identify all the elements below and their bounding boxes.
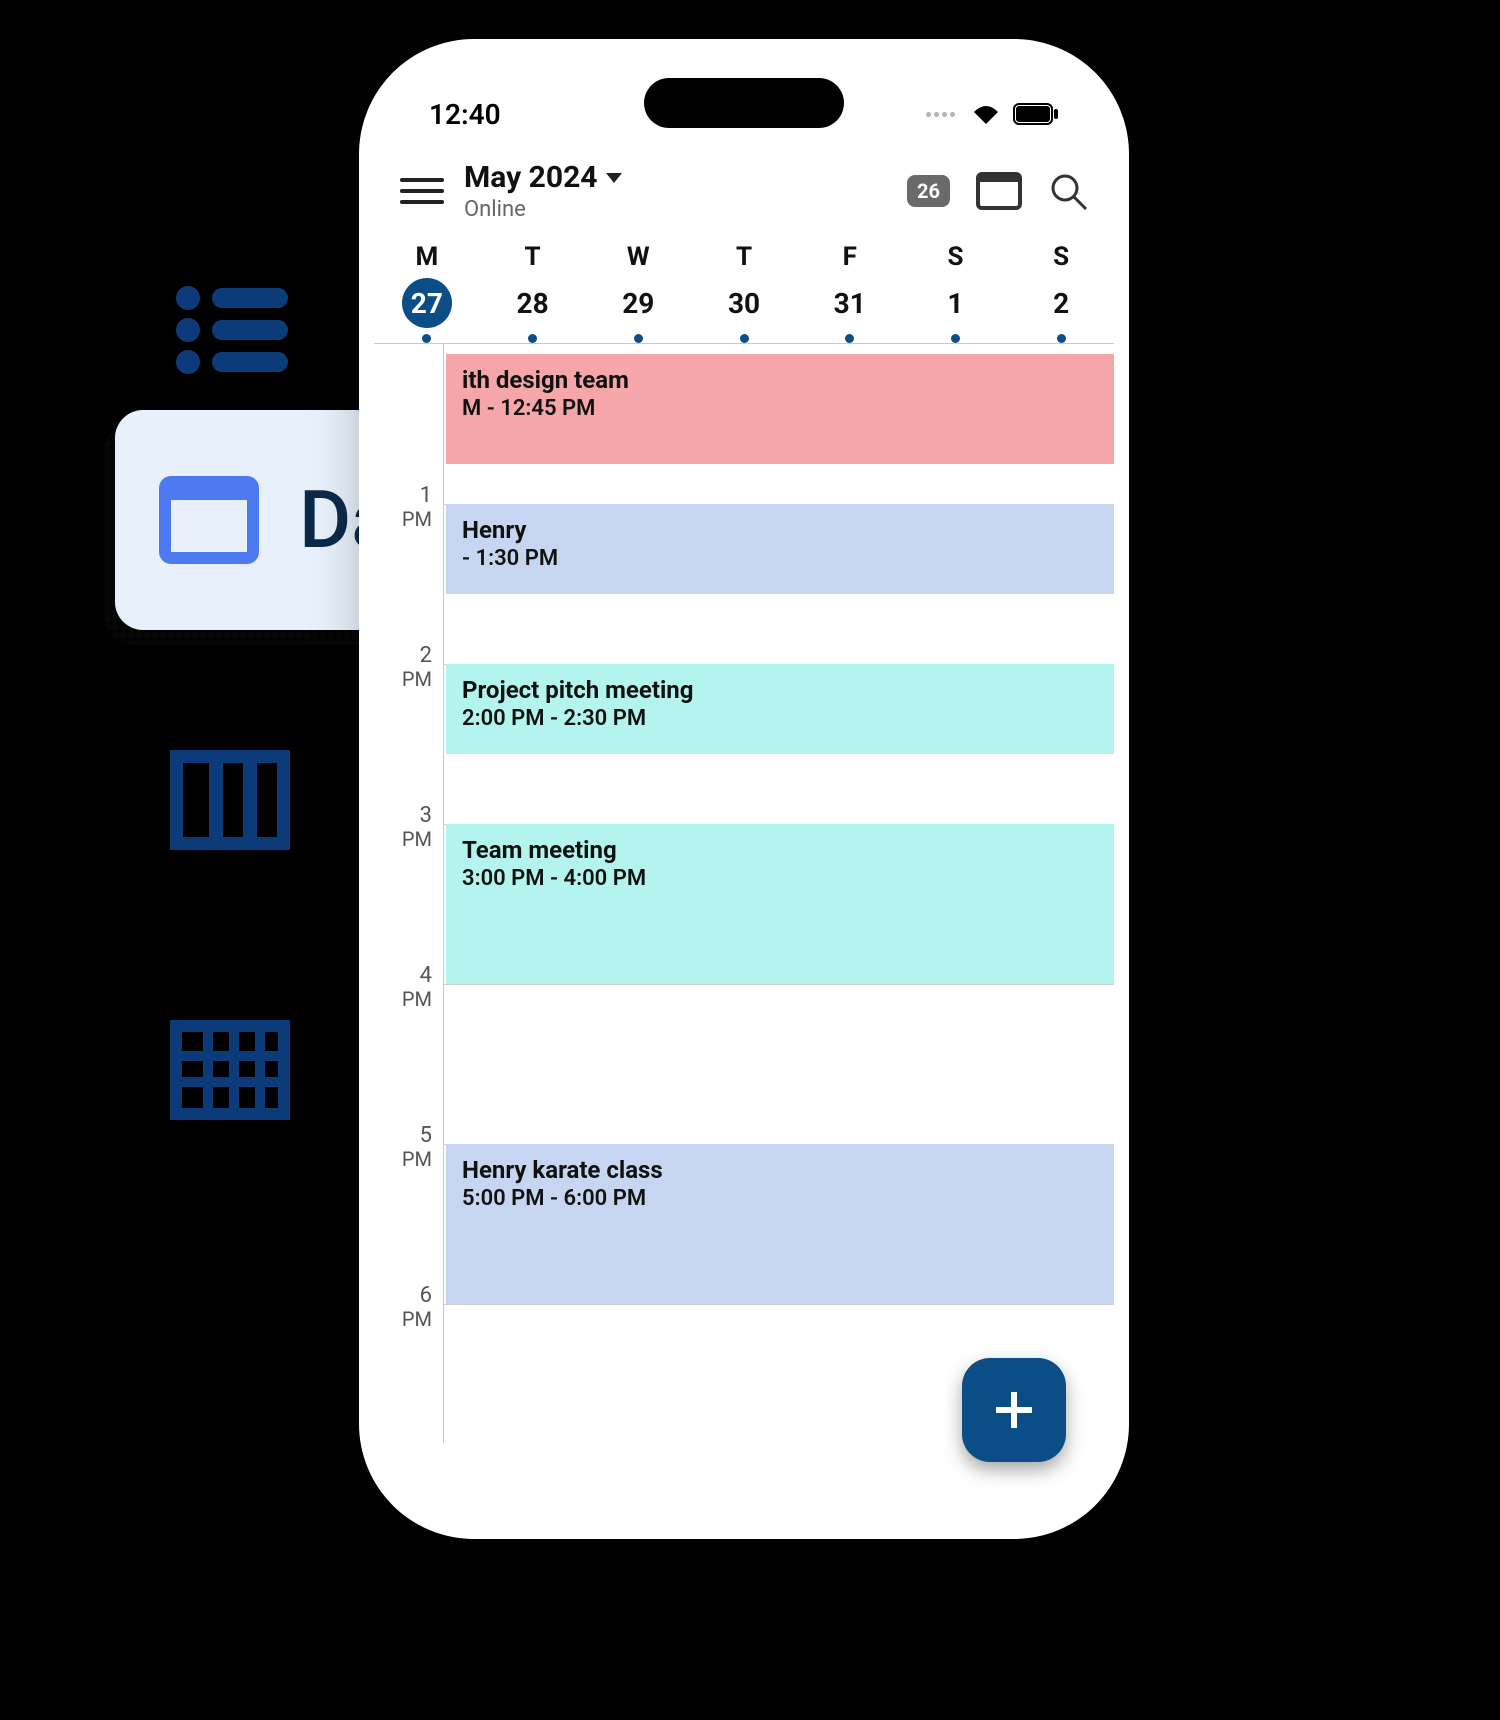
dynamic-island — [644, 78, 844, 128]
wifi-icon — [971, 103, 1001, 125]
day-of-week: W — [627, 242, 650, 272]
day-cell[interactable]: F 31 — [825, 242, 875, 343]
hour-label: 2PM — [374, 644, 432, 690]
day-icon — [159, 476, 259, 564]
event-time: 2:00 PM - 2:30 PM — [462, 706, 1098, 731]
day-of-week: T — [736, 242, 752, 272]
event-time: - 1:30 PM — [462, 546, 1098, 571]
hour-label: 1PM — [374, 484, 432, 530]
month-title: May 2024 — [464, 160, 598, 195]
event-time: M - 12:45 PM — [462, 396, 1098, 421]
day-number: 29 — [613, 278, 663, 328]
hour-label: 4PM — [374, 964, 432, 1010]
day-cell[interactable]: S1 — [930, 242, 980, 343]
day-number: 31 — [825, 278, 875, 328]
calendar-event[interactable]: Project pitch meeting2:00 PM - 2:30 PM — [446, 664, 1114, 754]
event-title: ith design team — [462, 366, 629, 394]
day-number: 27 — [402, 278, 452, 328]
day-cell[interactable]: M 27 — [402, 242, 452, 343]
calendar-event[interactable]: Team meeting3:00 PM - 4:00 PM — [446, 824, 1114, 984]
hour-label: 6PM — [374, 1284, 432, 1330]
week-icon[interactable] — [170, 750, 290, 850]
app-header: May 2024 Online 26 — [374, 144, 1114, 232]
day-number: 28 — [508, 278, 558, 328]
day-number: 30 — [719, 278, 769, 328]
day-number: 1 — [930, 278, 980, 328]
view-toggle-icon[interactable] — [976, 172, 1022, 210]
calendar-event[interactable]: Henry- 1:30 PM — [446, 504, 1114, 594]
hour-label: 5PM — [374, 1124, 432, 1170]
calendar-event[interactable]: ith design teamM - 12:45 PM — [446, 354, 1114, 464]
day-cell[interactable]: W 29 — [613, 242, 663, 343]
hour-line — [444, 984, 1114, 985]
view-switcher-icons — [170, 280, 290, 1120]
plus-icon — [990, 1386, 1038, 1434]
day-timeline[interactable]: 1PM 2PM 3PM 4PM 5PM 6PM ith design teamM - 12:… — [374, 343, 1114, 1443]
month-icon[interactable] — [170, 1020, 290, 1120]
add-event-button[interactable] — [962, 1358, 1066, 1462]
day-of-week: F — [843, 242, 857, 272]
event-dot — [422, 334, 431, 343]
battery-icon — [1013, 103, 1059, 125]
event-title: Team meeting — [462, 836, 617, 864]
week-strip: M27T28W29T30F31S1S2 — [374, 232, 1114, 343]
event-dot — [528, 334, 537, 343]
cellular-dots-icon — [926, 112, 955, 117]
event-title: Project pitch meeting — [462, 676, 693, 704]
day-number: 2 — [1036, 278, 1086, 328]
chevron-down-icon — [606, 173, 622, 183]
day-of-week: S — [1053, 242, 1069, 272]
hour-line — [444, 1304, 1114, 1305]
day-of-week: M — [415, 242, 438, 272]
day-cell[interactable]: T 30 — [719, 242, 769, 343]
day-of-week: T — [525, 242, 541, 272]
event-dot — [951, 334, 960, 343]
event-time: 5:00 PM - 6:00 PM — [462, 1186, 1098, 1211]
calendar-event[interactable]: Henry karate class5:00 PM - 6:00 PM — [446, 1144, 1114, 1304]
event-title: Henry karate class — [462, 1156, 663, 1184]
event-dot — [1057, 334, 1066, 343]
event-title: Henry — [462, 516, 526, 544]
phone-frame: 12:40 May 2024 Online — [374, 54, 1114, 1524]
event-dot — [740, 334, 749, 343]
event-dot — [845, 334, 854, 343]
menu-button[interactable] — [400, 169, 444, 213]
day-of-week: S — [947, 242, 963, 272]
hour-label: 3PM — [374, 804, 432, 850]
list-icon[interactable] — [170, 280, 290, 380]
event-dot — [634, 334, 643, 343]
search-icon[interactable] — [1048, 171, 1088, 211]
today-button[interactable]: 26 — [907, 175, 950, 207]
status-subtitle: Online — [464, 197, 887, 222]
event-time: 3:00 PM - 4:00 PM — [462, 866, 1098, 891]
status-time: 12:40 — [429, 98, 501, 131]
day-cell[interactable]: T 28 — [508, 242, 558, 343]
month-picker[interactable]: May 2024 — [464, 160, 887, 195]
day-cell[interactable]: S2 — [1036, 242, 1086, 343]
